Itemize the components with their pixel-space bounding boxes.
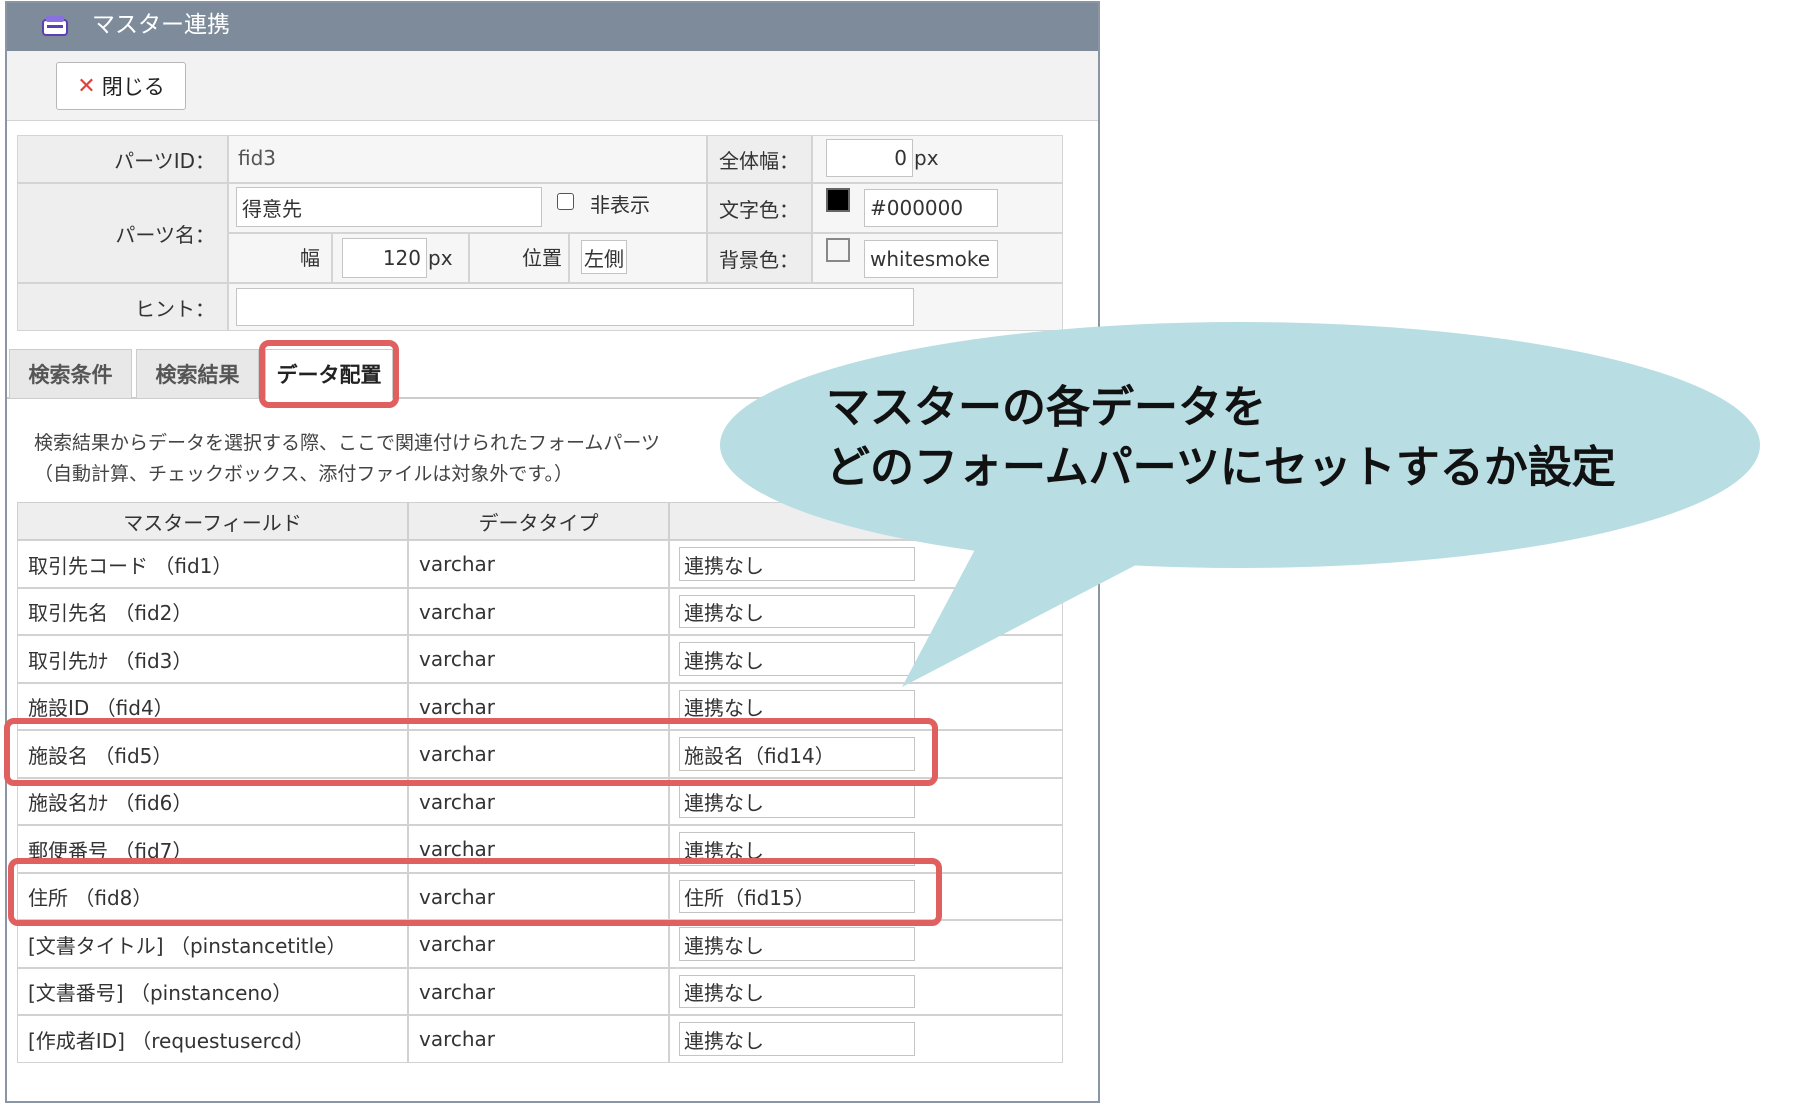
header-data-type: データタイプ	[408, 502, 669, 540]
tab-search-conditions[interactable]: 検索条件	[9, 349, 132, 399]
close-icon: ✕	[77, 73, 96, 99]
bg-color-swatch[interactable]	[826, 238, 850, 262]
database-icon	[42, 16, 68, 36]
width-input[interactable]: 120	[342, 238, 427, 278]
active-tab-highlight	[259, 340, 399, 408]
hint-label: ヒント：	[17, 283, 228, 331]
parts-id-label: パーツID：	[17, 135, 228, 183]
row-master-field: 取引先名 （fid2）	[17, 588, 408, 635]
tab-search-results[interactable]: 検索結果	[136, 349, 259, 399]
total-width-input[interactable]: 0	[826, 139, 913, 177]
row-master-field: 取引先ｶﾅ （fid3）	[17, 635, 408, 683]
row-link-select[interactable]: 連携なし	[679, 927, 915, 961]
callout-text: マスターの各データを どのフォームパーツにセットするか設定	[826, 378, 1616, 498]
parts-id-cell	[228, 135, 707, 183]
row-data-type: varchar	[408, 635, 669, 683]
bg-color-input[interactable]: whitesmoke	[864, 240, 998, 278]
text-color-swatch[interactable]	[826, 188, 850, 212]
row-highlight-fid5	[4, 718, 938, 786]
close-button[interactable]: ✕ 閉じる	[56, 62, 186, 110]
header-master-field: マスターフィールド	[17, 502, 408, 540]
width-unit: px	[428, 246, 453, 270]
row-link-select[interactable]: 連携なし	[679, 1022, 915, 1056]
row-master-field: [文書番号] （pinstanceno）	[17, 968, 408, 1015]
row-link-select[interactable]: 連携なし	[679, 975, 915, 1008]
row-master-field: [文書タイトル] （pinstancetitle）	[17, 920, 408, 968]
row-link-select[interactable]: 連携なし	[679, 785, 915, 818]
parts-id-value: fid3	[238, 146, 277, 170]
row-master-field: 取引先コード （fid1）	[17, 540, 408, 588]
position-label: 位置	[522, 246, 562, 270]
parts-name-input[interactable]: 得意先	[236, 187, 542, 227]
row-data-type: varchar	[408, 1015, 669, 1063]
text-color-label: 文字色：	[707, 183, 812, 233]
bg-color-label: 背景色：	[707, 233, 812, 283]
hide-label: 非表示	[590, 193, 650, 217]
window-title: マスター連携	[92, 12, 230, 38]
description-line-2: （自動計算、チェックボックス、添付ファイルは対象外です。）	[34, 463, 574, 485]
callout-bubble	[720, 322, 1760, 687]
row-highlight-fid8	[8, 858, 942, 926]
description-line-1: 検索結果からデータを選択する際、ここで関連付けられたフォームパーツ	[34, 432, 661, 454]
total-width-label: 全体幅：	[707, 135, 812, 183]
callout-line-2: どのフォームパーツにセットするか設定	[826, 442, 1616, 493]
callout-line-1: マスターの各データを	[826, 382, 1266, 433]
row-data-type: varchar	[408, 540, 669, 588]
row-data-type: varchar	[408, 920, 669, 968]
close-button-label: 閉じる	[101, 75, 165, 99]
hide-checkbox[interactable]	[557, 193, 574, 210]
total-width-unit: px	[914, 146, 939, 170]
row-data-type: varchar	[408, 588, 669, 635]
row-data-type: varchar	[408, 968, 669, 1015]
description: 検索結果からデータを選択する際、ここで関連付けられたフォームパーツ （自動計算、…	[34, 428, 660, 490]
parts-name-label: パーツ名：	[17, 183, 228, 283]
position-select[interactable]: 左側	[581, 240, 627, 274]
width-label: 幅	[300, 246, 320, 270]
row-master-field: [作成者ID] （requestusercd）	[17, 1015, 408, 1063]
text-color-input[interactable]: #000000	[864, 189, 998, 227]
